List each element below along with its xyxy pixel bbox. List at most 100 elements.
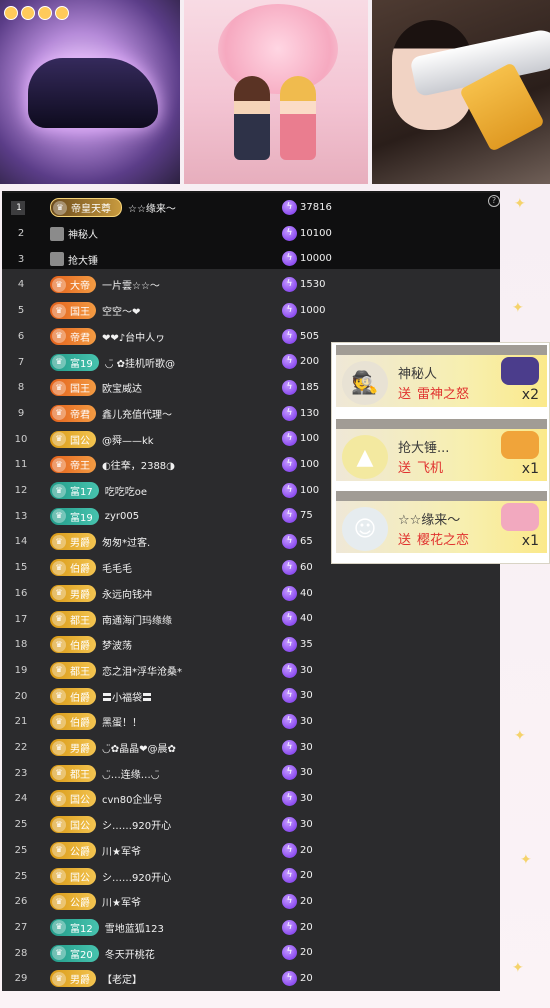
- cherry-tree-image: [218, 4, 338, 94]
- badge-emblem-icon: ♛: [52, 457, 66, 472]
- leaderboard-row[interactable]: 17 ♛ 都王 南通海门玛缘缘 ϟ 40: [2, 606, 500, 632]
- contribution-score: ϟ 505: [282, 328, 319, 344]
- contribution-score: ϟ 20: [282, 842, 313, 858]
- lightning-icon: ϟ: [282, 251, 297, 267]
- level-badge: ♛ 富12: [50, 918, 99, 936]
- leaderboard-row[interactable]: 25 ♛ 国公 シ……920开心 ϟ 20: [2, 863, 500, 889]
- leaderboard-row[interactable]: 18 ♛ 伯爵 梦波荡 ϟ 35: [2, 632, 500, 658]
- level-badge: ♛ 伯爵: [50, 636, 96, 654]
- contribution-score: ϟ 10000: [282, 251, 332, 267]
- leaderboard-row[interactable]: 27 ♛ 富12 雪地蓝狐123 ϟ 20: [2, 915, 500, 941]
- live-room-thumbnail-host[interactable]: [372, 0, 550, 184]
- contribution-score: ϟ 200: [282, 354, 320, 370]
- lightning-icon: ϟ: [282, 636, 297, 652]
- user-name: 雪地蓝狐123: [104, 923, 164, 935]
- live-room-thumbnail-car[interactable]: [0, 0, 180, 184]
- user-name: シ……920开心: [102, 872, 172, 884]
- level-badge: ♛ 公爵: [50, 893, 96, 911]
- rank-number: 22: [14, 742, 28, 754]
- user-name: 冬天开桃花: [104, 949, 155, 961]
- badge-title: 伯爵: [70, 718, 90, 730]
- live-room-thumbnail-couple[interactable]: [184, 0, 368, 184]
- user-name: 黑蛋！！: [102, 718, 142, 730]
- leaderboard-row[interactable]: 3 抢大锤 ϟ 10000: [2, 246, 500, 272]
- score-value: 20: [300, 947, 313, 959]
- user-name: 神秘人: [68, 230, 98, 242]
- contribution-leaderboard[interactable]: ? 1 ♛ 帝皇天尊 ☆☆缘来～ ϟ 37816 2 神秘人 ϟ 10100 3 抢大锤 ϟ 10000 4…: [2, 191, 500, 991]
- gift-description: 送雷神之怒: [398, 383, 469, 402]
- level-badge: ♛ 男爵: [50, 584, 96, 602]
- lightning-icon: ϟ: [282, 457, 297, 472]
- badge-title: 男爵: [70, 538, 90, 550]
- score-value: 10100: [300, 227, 332, 239]
- leaderboard-row[interactable]: 20 ♛ 伯爵 〓小福袋〓 ϟ 30: [2, 683, 500, 709]
- leaderboard-row[interactable]: 21 ♛ 伯爵 黑蛋！！ ϟ 30: [2, 709, 500, 735]
- rank-number: 19: [14, 664, 28, 676]
- lightning-icon: ϟ: [282, 893, 297, 909]
- score-value: 30: [300, 818, 313, 830]
- user-name: 一片雲☆☆～: [102, 281, 160, 293]
- leaderboard-row[interactable]: 16 ♛ 男爵 永远向钱冲 ϟ 40: [2, 581, 500, 607]
- contribution-score: ϟ 20: [282, 971, 313, 986]
- leaderboard-row[interactable]: 19 ♛ 都王 恋之泪*浮华沧桑* ϟ 30: [2, 658, 500, 684]
- lightning-icon: ϟ: [282, 354, 297, 370]
- user-name: 鑫儿充值代理～: [102, 409, 172, 421]
- badge-emblem-icon: ♛: [52, 663, 66, 678]
- gift-card: 🕵 神秘人送雷神之怒 x2: [336, 345, 547, 407]
- level-badge: ♛ 帝王: [50, 456, 96, 474]
- badge-title: 国王: [70, 307, 90, 319]
- lightning-icon: ϟ: [282, 662, 297, 678]
- badge-emblem-icon: ♛: [52, 689, 66, 704]
- leaderboard-row[interactable]: 5 ♛ 国王 空空～❤ ϟ 1000: [2, 298, 500, 324]
- leaderboard-row[interactable]: 25 ♛ 公爵 川★军爷 ϟ 20: [2, 838, 500, 864]
- couple-girl-figure: [280, 76, 316, 160]
- leaderboard-row[interactable]: 24 ♛ 国公 cvn80企业号 ϟ 30: [2, 786, 500, 812]
- hat-spy-icon: 🕵: [342, 361, 388, 405]
- sparkle-icon: ✦: [512, 300, 524, 316]
- badge-emblem-icon: ♛: [52, 766, 66, 781]
- contribution-score: ϟ 20: [282, 919, 313, 935]
- user-name: 川★军爷: [102, 898, 141, 910]
- leaderboard-row[interactable]: 26 ♛ 公爵 川★军爷 ϟ 20: [2, 889, 500, 915]
- score-value: 40: [300, 587, 313, 599]
- lightning-icon: ϟ: [282, 739, 297, 755]
- level-badge: ♛ 富19: [50, 353, 99, 371]
- send-verb: 送: [398, 461, 412, 476]
- lightning-icon: ϟ: [282, 328, 297, 344]
- rank-number: 14: [14, 536, 28, 548]
- badge-title: 富19: [70, 358, 93, 370]
- user-name: 吃吃吃oe: [104, 487, 148, 499]
- leaderboard-row[interactable]: 2 神秘人 ϟ 10100: [2, 221, 500, 247]
- rank-number: 18: [14, 639, 28, 651]
- lightning-icon: ϟ: [282, 842, 297, 858]
- leaderboard-row[interactable]: 25 ♛ 国公 シ……920开心 ϟ 30: [2, 812, 500, 838]
- leaderboard-row[interactable]: 1 ♛ 帝皇天尊 ☆☆缘来～ ϟ 37816: [2, 195, 500, 221]
- user-name: 【老定】: [102, 975, 142, 987]
- badge-title: 伯爵: [70, 641, 90, 653]
- send-verb: 送: [398, 533, 412, 548]
- user-name: ☆☆缘来～: [128, 204, 176, 216]
- level-badge: ♛ 帝君: [50, 327, 96, 345]
- leaderboard-row[interactable]: 28 ♛ 富20 冬天开桃花 ϟ 20: [2, 940, 500, 966]
- badge-emblem-icon: ♛: [52, 406, 66, 421]
- score-value: 30: [300, 767, 313, 779]
- gift-sender-name: 抢大锤...: [398, 441, 450, 456]
- score-value: 20: [300, 870, 313, 882]
- leaderboard-row[interactable]: 23 ♛ 都王 ◡̈…连缘…◡̈ ϟ 30: [2, 760, 500, 786]
- rank-number: 2: [17, 228, 25, 240]
- score-value: 130: [300, 407, 320, 419]
- leaderboard-row[interactable]: 22 ♛ 男爵 ◡̈✿晶晶❤@晨✿ ϟ 30: [2, 735, 500, 761]
- rank-number: 15: [14, 562, 28, 574]
- user-name: ◡̈✿晶晶❤@晨✿: [102, 744, 176, 756]
- score-value: 1530: [300, 279, 326, 291]
- user-name: 抢大锤: [68, 255, 98, 267]
- gift-card: ☺ ☆☆缘来～送樱花之恋 x1: [336, 491, 547, 553]
- lightning-icon: ϟ: [282, 482, 297, 498]
- badge-emblem-icon: ♛: [52, 534, 66, 549]
- score-value: 200: [300, 356, 320, 368]
- contribution-score: ϟ 100: [282, 482, 320, 498]
- contribution-score: ϟ 30: [282, 816, 313, 832]
- score-value: 100: [300, 484, 320, 496]
- leaderboard-row[interactable]: 29 ♛ 男爵 【老定】 ϟ 20: [2, 966, 500, 992]
- leaderboard-row[interactable]: 4 ♛ 大帝 一片雲☆☆～ ϟ 1530: [2, 272, 500, 298]
